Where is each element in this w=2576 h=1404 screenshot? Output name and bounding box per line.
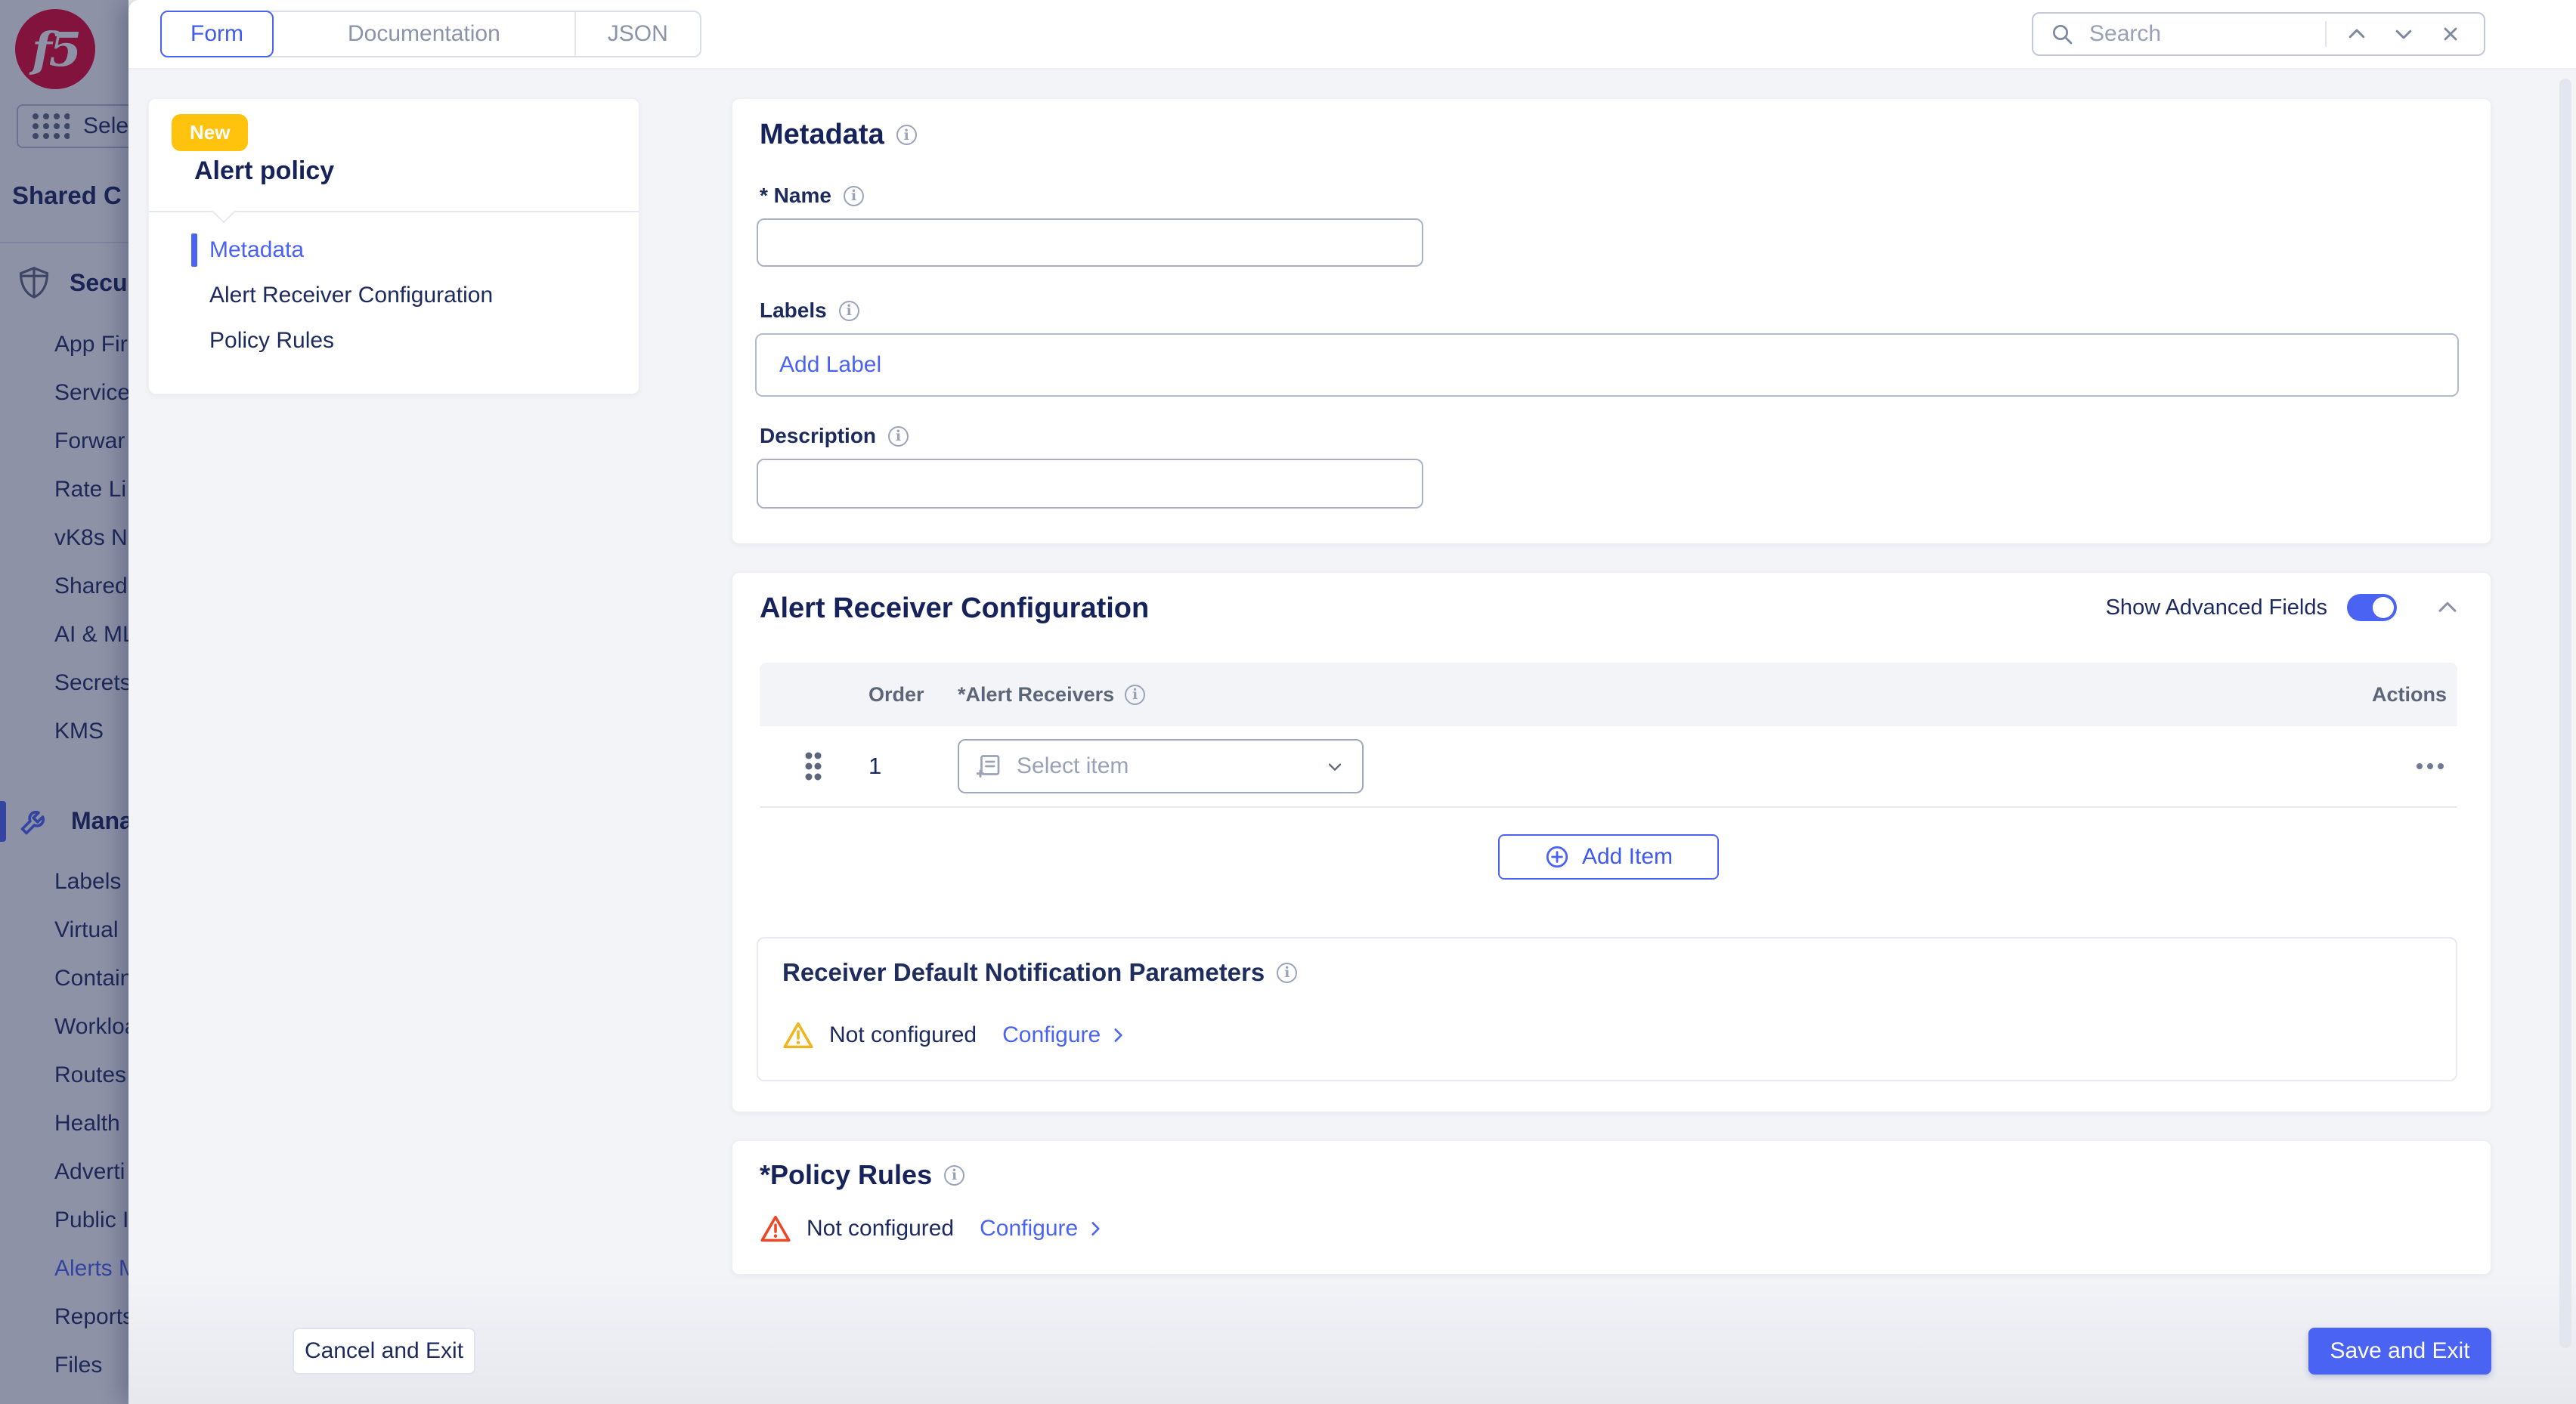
configure-label: Configure xyxy=(1002,1022,1101,1048)
actions-column-header: Actions xyxy=(2336,683,2457,707)
info-icon[interactable] xyxy=(1125,685,1145,705)
toggle-knob xyxy=(2373,597,2394,618)
configure-label: Configure xyxy=(980,1216,1078,1242)
slideover-content: New Alert policy Metadata Alert Receiver… xyxy=(128,70,2576,1404)
search-icon xyxy=(2050,22,2074,46)
policy-rules-configure-link[interactable]: Configure xyxy=(980,1216,1105,1242)
footer-fade xyxy=(128,1268,2576,1404)
wizard-divider-notch xyxy=(212,199,235,223)
alert-receiver-card: Alert Receiver Configuration Show Advanc… xyxy=(732,572,2491,1112)
show-advanced-toggle[interactable] xyxy=(2347,594,2397,621)
name-label-row: * Name xyxy=(760,184,864,208)
labels-label-row: Labels xyxy=(760,298,859,323)
receivers-table-header: Order *Alert Receivers Actions xyxy=(760,663,2457,726)
slideover-topbar: Form Documentation JSON xyxy=(128,0,2576,70)
receivers-column-header: *Alert Receivers xyxy=(958,683,2336,707)
policy-rules-status: Not configured xyxy=(807,1216,954,1242)
modal-scrim[interactable] xyxy=(0,0,128,1404)
labels-label: Labels xyxy=(760,298,827,323)
search-input[interactable] xyxy=(2088,20,2311,48)
receiver-defaults-box: Receiver Default Notification Parameters… xyxy=(757,937,2457,1081)
scrollbar-thumb[interactable] xyxy=(2559,79,2571,1348)
metadata-heading: Metadata xyxy=(760,119,884,151)
row-actions-menu-icon[interactable] xyxy=(2413,760,2447,772)
warning-icon xyxy=(782,1020,814,1050)
tab-documentation[interactable]: Documentation xyxy=(274,12,574,56)
step-metadata[interactable]: Metadata xyxy=(149,227,639,273)
plus-circle-icon xyxy=(1544,844,1570,870)
wizard-steps: Metadata Alert Receiver Configuration Po… xyxy=(149,227,639,363)
policy-rules-heading-row: *Policy Rules xyxy=(760,1159,964,1191)
select-object-icon xyxy=(976,753,1003,780)
search-box xyxy=(2032,12,2485,56)
tab-json[interactable]: JSON xyxy=(574,12,700,56)
receiver-defaults-configure-link[interactable]: Configure xyxy=(1002,1022,1128,1048)
receivers-column-label: *Alert Receivers xyxy=(958,683,1114,707)
description-label: Description xyxy=(760,424,876,448)
info-icon[interactable] xyxy=(844,186,864,206)
info-icon[interactable] xyxy=(839,301,859,321)
search-prev-icon[interactable] xyxy=(2340,23,2373,45)
chevron-down-icon xyxy=(1324,756,1345,777)
receiver-defaults-status-row: Not configured Configure xyxy=(782,1020,1128,1050)
row-order-number: 1 xyxy=(868,753,881,779)
info-icon[interactable] xyxy=(896,125,917,145)
new-badge: New xyxy=(172,114,248,151)
alert-policy-slideover: Form Documentation JSON xyxy=(128,0,2576,1404)
chevron-right-icon xyxy=(1108,1025,1128,1045)
policy-rules-status-row: Not configured Configure xyxy=(760,1214,1105,1244)
info-icon[interactable] xyxy=(944,1165,964,1186)
labels-box: Add Label xyxy=(755,333,2459,397)
table-row: 1 Select item xyxy=(760,726,2457,806)
show-advanced-label: Show Advanced Fields xyxy=(2106,595,2327,620)
cancel-and-exit-button[interactable]: Cancel and Exit xyxy=(293,1328,475,1375)
select-placeholder: Select item xyxy=(1017,753,1311,779)
view-tabs: Form Documentation JSON xyxy=(160,11,701,57)
drag-handle-icon[interactable] xyxy=(802,748,825,784)
chevron-right-icon xyxy=(1085,1219,1105,1239)
description-input[interactable] xyxy=(757,459,1423,509)
add-item-button[interactable]: Add Item xyxy=(1498,834,1719,880)
metadata-card: Metadata * Name Labels Add Label Descrip… xyxy=(732,98,2491,544)
error-icon xyxy=(760,1214,791,1244)
advanced-fields-control: Show Advanced Fields xyxy=(2106,594,2460,621)
step-policy-rules[interactable]: Policy Rules xyxy=(149,318,639,363)
order-column-header: Order xyxy=(859,683,958,707)
search-next-icon[interactable] xyxy=(2387,23,2420,45)
policy-rules-card: *Policy Rules Not configured Configure xyxy=(732,1140,2491,1275)
receiver-defaults-heading-row: Receiver Default Notification Parameters xyxy=(782,958,1297,987)
wizard-nav-card: New Alert policy Metadata Alert Receiver… xyxy=(148,98,639,394)
add-item-label: Add Item xyxy=(1582,844,1673,870)
search-divider xyxy=(2325,21,2327,47)
tab-form[interactable]: Form xyxy=(160,11,274,57)
info-icon[interactable] xyxy=(1277,963,1297,983)
save-and-exit-button[interactable]: Save and Exit xyxy=(2308,1328,2491,1375)
receiver-defaults-heading: Receiver Default Notification Parameters xyxy=(782,958,1265,987)
step-alert-receiver-configuration[interactable]: Alert Receiver Configuration xyxy=(149,273,639,318)
section-collapse-icon[interactable] xyxy=(2435,595,2460,620)
metadata-heading-row: Metadata xyxy=(760,119,917,151)
description-label-row: Description xyxy=(760,424,909,448)
wizard-title: Alert policy xyxy=(194,156,334,186)
alert-receiver-select[interactable]: Select item xyxy=(958,739,1364,793)
name-input[interactable] xyxy=(757,218,1423,267)
add-label-button[interactable]: Add Label xyxy=(779,352,881,378)
name-label: * Name xyxy=(760,184,831,208)
info-icon[interactable] xyxy=(888,426,909,447)
search-close-icon[interactable] xyxy=(2434,23,2467,45)
policy-rules-heading: *Policy Rules xyxy=(760,1159,932,1191)
receiver-defaults-status: Not configured xyxy=(829,1022,977,1048)
screen: f5 Select Shared C Securi App Fir xyxy=(0,0,2576,1404)
receivers-table: Order *Alert Receivers Actions xyxy=(760,663,2457,906)
add-item-area: Add Item xyxy=(760,808,2457,906)
alert-receiver-heading: Alert Receiver Configuration xyxy=(760,592,1149,625)
